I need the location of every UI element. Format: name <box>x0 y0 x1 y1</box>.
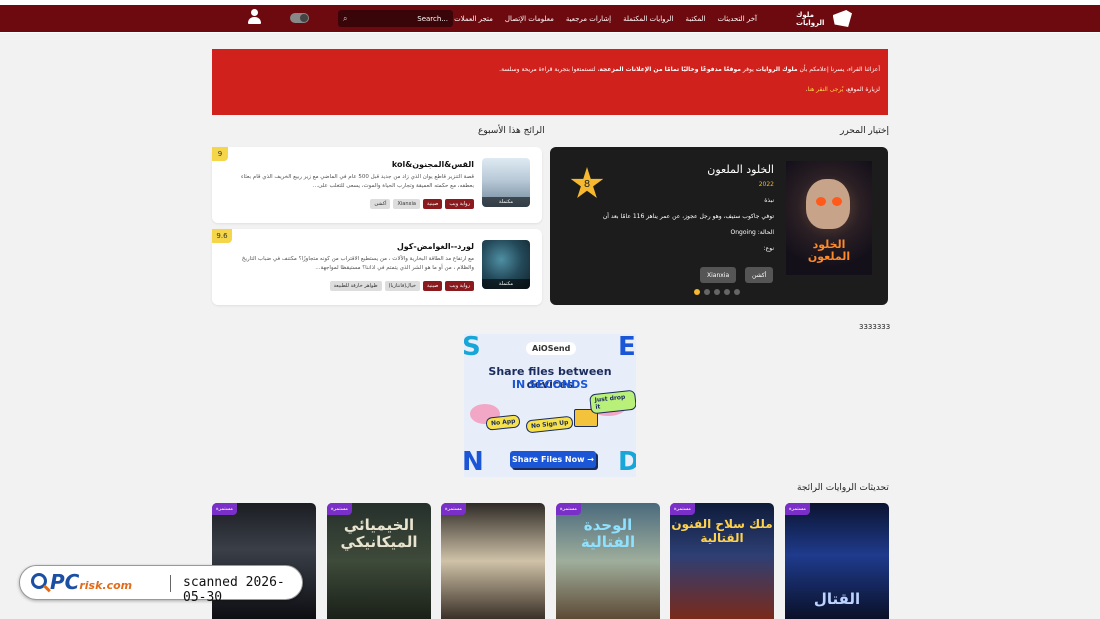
slider-dot[interactable] <box>714 289 720 295</box>
section-title-weekly: الرائج هذا الأسبوع <box>478 126 545 136</box>
slider-dot[interactable] <box>724 289 730 295</box>
main-navbar: ملوك الروايات آخر التحديثات المكتبة الرو… <box>0 5 1100 32</box>
tag[interactable]: ظواهر خارقة للطبيعة <box>329 281 382 291</box>
novel-cover[interactable]: مستمرة <box>441 503 545 619</box>
weekly-thumb[interactable]: مكتملة <box>482 240 530 289</box>
novel-cover[interactable]: مستمرة ملك سلاح الفنون القتالية <box>670 503 774 619</box>
toggle-knob <box>300 14 308 22</box>
featured-status: الحالة: Ongoing <box>730 229 774 236</box>
nav-item-latest[interactable]: آخر التحديثات <box>717 15 757 23</box>
status-badge: مستمرة <box>556 503 581 515</box>
ad-subheadline: IN SECONDS <box>511 378 589 391</box>
book-logo-icon <box>832 10 852 27</box>
ad-pill: No Sign Up <box>525 415 574 434</box>
watermark-divider <box>170 575 171 592</box>
weekly-thumb[interactable]: مكتملة <box>482 158 530 207</box>
card-desc: مع ارتفاع مد الطاقة البخارية والآلات ، م… <box>241 256 474 271</box>
featured-type: نوع: <box>763 245 774 252</box>
search-icon[interactable]: ⌕ <box>343 14 347 24</box>
nav-item-bookmarks[interactable]: إشارات مرجعية <box>566 15 611 23</box>
featured-summary: توفي جاكوب ستيف، وهو رجل عجوز، عن عمر ين… <box>602 213 774 220</box>
novel-cover[interactable]: مستمرة الخيميائي الميكانيكي <box>327 503 431 619</box>
score-badge: 9.6 <box>212 229 232 243</box>
ad-brand-logo: AiOSend <box>526 342 577 355</box>
cover-title: الوحدة الفتالية <box>580 516 636 551</box>
novel-cover[interactable]: مستمرة القتال <box>785 503 889 619</box>
score-badge: 9 <box>212 147 228 161</box>
nav-menu: آخر التحديثات المكتبة الروايات المكتملة … <box>454 5 757 32</box>
tag[interactable]: صينية <box>422 199 443 209</box>
tag-action[interactable]: أكشن <box>745 267 774 283</box>
magnifier-icon <box>31 573 51 593</box>
nav-item-contact[interactable]: معلومات الإتصال <box>505 15 554 23</box>
site-logo[interactable]: ملوك الروايات <box>796 8 852 29</box>
featured-slider[interactable]: الخلود الملعون الخلود الملعون 2022 نبذة … <box>550 147 888 305</box>
logo-text: ملوك الروايات <box>796 10 825 27</box>
alert-line-2: لزيارة الموقع، يُرجى النقر هنا. <box>805 86 880 93</box>
user-icon[interactable] <box>248 9 261 25</box>
cover-title: الخيميائي الميكانيكي <box>340 516 418 551</box>
section-title-editor-choice: إختيار المحرر <box>840 126 890 136</box>
ad-letter: E <box>618 334 636 362</box>
status-badge: مستمرة <box>785 503 810 515</box>
card-tags: رواية ويب صينية Xianxia أكشن <box>370 199 474 209</box>
tag[interactable]: خيال(فانتازيا) <box>384 281 420 291</box>
featured-title[interactable]: الخلود الملعون <box>594 163 774 176</box>
weekly-card[interactable]: مكتملة 9.6 لورد--الغوامض-كول مع ارتفاع م… <box>212 229 542 305</box>
thumb-caption: مكتملة <box>482 197 530 207</box>
nav-item-completed[interactable]: الروايات المكتملة <box>623 15 673 23</box>
premium-alert-banner: أعزائنا القراء، يسرنا إعلامكم بأن ملوك ا… <box>212 49 888 115</box>
search-input[interactable]: ⌕ Search... <box>338 10 453 27</box>
status-badge: مستمرة <box>327 503 352 515</box>
watermark-brand: PCrisk.com <box>50 570 133 594</box>
slider-dot[interactable] <box>704 289 710 295</box>
nav-item-coin-store[interactable]: متجر العملات <box>454 15 493 23</box>
alert-line-1: أعزائنا القراء، يسرنا إعلامكم بأن ملوك ا… <box>499 66 880 73</box>
alert-link[interactable]: يُرجى النقر هنا <box>807 86 843 93</box>
slider-dot[interactable] <box>694 289 700 295</box>
card-tags: رواية ويب صينية خيال(فانتازيا) ظواهر خار… <box>329 281 474 291</box>
novel-cover[interactable]: مستمرة الوحدة الفتالية <box>556 503 660 619</box>
cover-title: القتال <box>813 590 861 608</box>
featured-poster[interactable]: الخلود الملعون <box>786 161 872 275</box>
ad-pill: Just drop it <box>589 389 636 415</box>
ad-banner[interactable]: S E N D AiOSend Share files between devi… <box>464 334 636 477</box>
ad-pill: No App <box>485 414 522 431</box>
weekly-card[interactable]: مكتملة 9 القس&المجنون&kol قصة التنزير قا… <box>212 147 542 223</box>
featured-rating: 8 <box>583 178 591 190</box>
section-title-updates: تحديثات الروايات الرائجة <box>797 483 889 493</box>
status-badge: مستمرة <box>212 503 237 515</box>
thumb-caption: مكتملة <box>482 279 530 289</box>
cover-title: ملك سلاح الفنون القتالية <box>671 517 773 545</box>
tag[interactable]: صينية <box>422 281 443 291</box>
status-badge: مستمرة <box>670 503 695 515</box>
misc-number-text: 3333333 <box>859 323 891 331</box>
tag[interactable]: Xianxia <box>393 199 420 209</box>
featured-year: 2022 <box>758 181 774 188</box>
ad-letter: D <box>618 447 636 477</box>
tag[interactable]: رواية ويب <box>445 199 474 209</box>
tag-xianxia[interactable]: Xianxia <box>700 267 737 283</box>
ad-letter: S <box>464 334 481 362</box>
status-badge: مستمرة <box>441 503 466 515</box>
poster-title: الخلود الملعون <box>807 238 851 263</box>
featured-info: الخلود الملعون 2022 نبذة توفي جاكوب ستيف… <box>594 163 774 261</box>
slider-dot[interactable] <box>734 289 740 295</box>
nav-item-library[interactable]: المكتبة <box>686 15 706 23</box>
summary-label: نبذة <box>764 197 774 204</box>
tag[interactable]: رواية ويب <box>445 281 474 291</box>
scan-date: scanned 2026-05-30 <box>183 575 285 605</box>
slider-dots <box>694 289 740 295</box>
tag[interactable]: أكشن <box>370 199 391 209</box>
dark-mode-toggle[interactable] <box>290 13 309 23</box>
ad-letter: N <box>464 447 484 477</box>
card-desc: قصة التنزير قاطع يوان الذي زاد من جديد ق… <box>240 174 474 189</box>
search-placeholder: Search... <box>417 14 448 23</box>
card-title[interactable]: القس&المجنون&kol <box>392 160 474 169</box>
card-title[interactable]: لورد--الغوامض-كول <box>397 242 474 251</box>
pcrisk-watermark: PCrisk.com scanned 2026-05-30 <box>19 565 303 605</box>
ad-cta-button[interactable]: Share Files Now → <box>510 451 596 468</box>
